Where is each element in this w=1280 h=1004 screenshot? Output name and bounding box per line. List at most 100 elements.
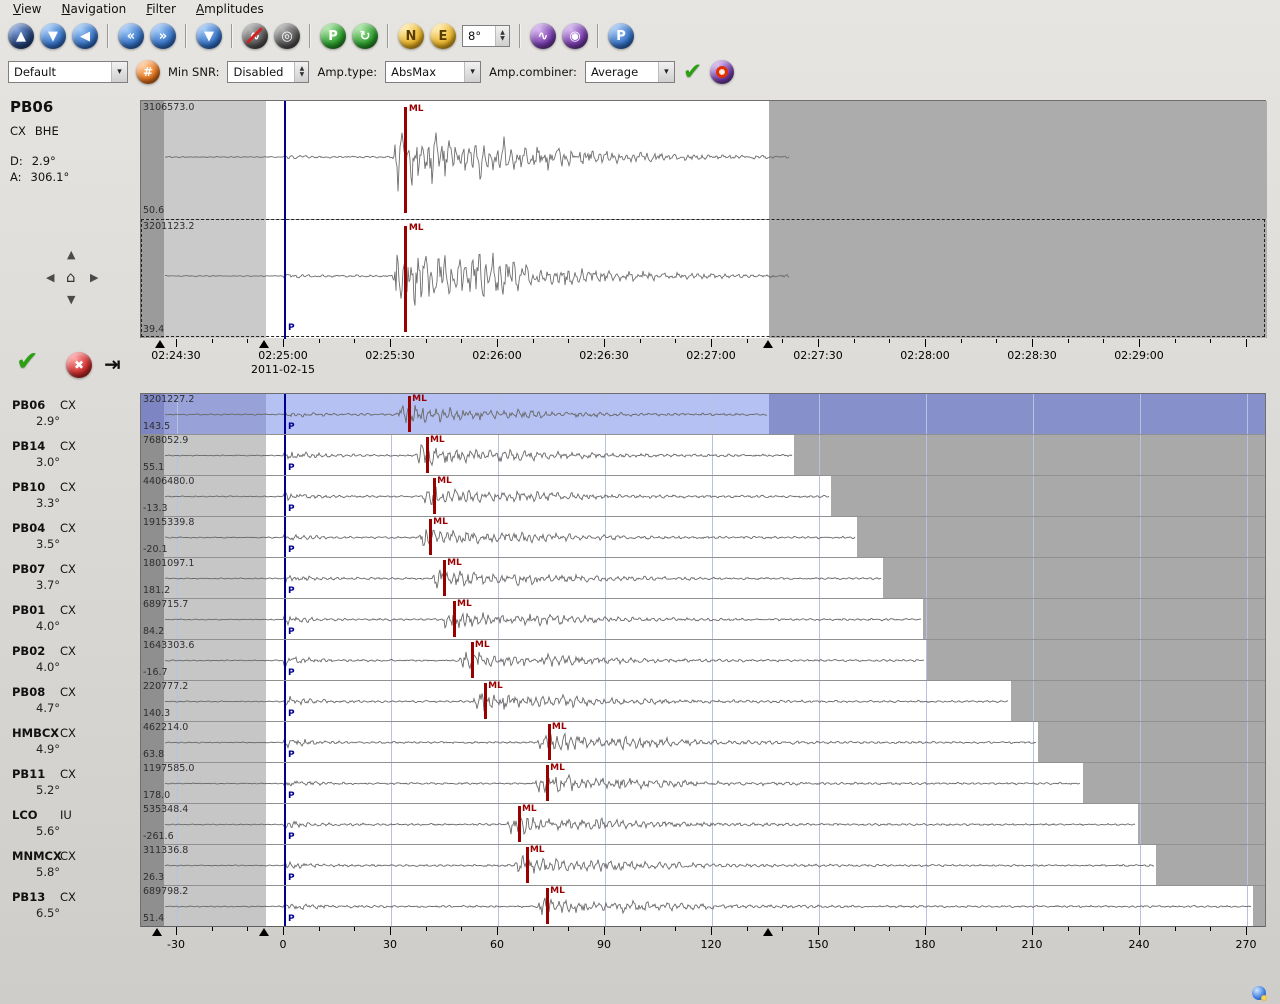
ml-marker[interactable] (429, 519, 432, 555)
ml-marker[interactable] (471, 642, 474, 678)
p-marker[interactable] (284, 101, 286, 339)
trace-row-label-pb13[interactable]: PB13CX6.5° (0, 885, 140, 926)
component-n-button[interactable]: N (398, 23, 424, 49)
compute-magnitudes-button[interactable]: P (608, 23, 634, 49)
trace-row-pb07[interactable]: PML1801097.1181.2 (141, 558, 1265, 599)
ml-marker[interactable] (426, 437, 429, 473)
ml-marker[interactable] (453, 601, 456, 637)
rotation-spinbox[interactable]: 8°▲▼ (462, 25, 510, 47)
trace-row-label-pb04[interactable]: PB04CX3.5° (0, 516, 140, 557)
repick-amplitude-button[interactable]: ↻ (352, 23, 378, 49)
trace-row-pb14[interactable]: PML768052.955.1 (141, 435, 1265, 476)
amp-type-select[interactable]: AbsMax ▾ (385, 61, 481, 83)
spinner-arrows-icon[interactable]: ▲▼ (495, 26, 509, 46)
trace-row-label-pb14[interactable]: PB14CX3.0° (0, 434, 140, 475)
menu-item-view[interactable]: View (4, 1, 50, 17)
trace-row-pb10[interactable]: PML4406480.0-13.3 (141, 476, 1265, 517)
trace-row-pb04[interactable]: PML1915339.8-20.1 (141, 517, 1265, 558)
p-marker[interactable] (284, 599, 286, 640)
menu-item-navigation[interactable]: Navigation (52, 1, 135, 17)
p-marker[interactable] (284, 681, 286, 722)
toggle-filter-button[interactable]: ∿ (242, 23, 268, 49)
accept-button[interactable]: ✔ (16, 346, 39, 377)
reject-button[interactable]: ✖ (66, 352, 92, 378)
zoom-trace-1[interactable]: ML3106573.050.6 (141, 101, 1267, 219)
nav-down-button[interactable]: ▼ (67, 293, 75, 306)
p-marker[interactable] (284, 394, 286, 435)
ml-marker[interactable] (404, 107, 407, 213)
p-marker[interactable] (284, 558, 286, 599)
nav-right-button[interactable]: ▶ (90, 271, 98, 284)
time-window-handle[interactable] (763, 340, 773, 348)
ml-marker[interactable] (526, 847, 529, 883)
ml-marker[interactable] (546, 888, 549, 924)
trace-row-label-pb11[interactable]: PB11CX5.2° (0, 762, 140, 803)
trace-row-label-mnmcx[interactable]: MNMCXCX5.8° (0, 844, 140, 885)
menu-item-filter[interactable]: Filter (137, 1, 185, 17)
scroll-down-button[interactable]: ▼ (40, 23, 66, 49)
ml-marker[interactable] (433, 478, 436, 514)
show-ids-button[interactable]: # (136, 60, 160, 84)
trace-row-pb08[interactable]: PML220777.2140.3 (141, 681, 1265, 722)
ml-marker[interactable] (404, 226, 407, 332)
component-e-button[interactable]: E (430, 23, 456, 49)
ml-marker[interactable] (484, 683, 487, 719)
p-marker[interactable] (284, 517, 286, 558)
ml-marker[interactable] (443, 560, 446, 596)
trace-row-label-pb06[interactable]: PB06CX2.9° (0, 393, 140, 434)
p-marker[interactable] (284, 476, 286, 517)
ml-marker[interactable] (548, 724, 551, 760)
trace-row-label-pb01[interactable]: PB01CX4.0° (0, 598, 140, 639)
overlay-streams-button[interactable]: ◎ (274, 23, 300, 49)
p-marker[interactable] (284, 722, 286, 763)
trace-row-pb11[interactable]: PML1197585.0178.0 (141, 763, 1265, 804)
scroll-left-button[interactable]: ◀ (72, 23, 98, 49)
time-window-handle[interactable] (259, 928, 269, 936)
time-window-handle[interactable] (152, 928, 162, 936)
skip-button[interactable]: ⇥ (104, 352, 121, 376)
nav-left-button[interactable]: ◀ (46, 271, 54, 284)
menu-item-amplitudes[interactable]: Amplitudes (187, 1, 273, 17)
p-marker[interactable] (284, 886, 286, 927)
apply-amplitudes-button[interactable]: ✔ (683, 59, 702, 85)
trace-row-lco[interactable]: PML535348.4-261.6 (141, 804, 1265, 845)
trace-row-label-pb08[interactable]: PB08CX4.7° (0, 680, 140, 721)
min-snr-spinbox[interactable]: Disabled ▲▼ (227, 61, 309, 83)
next-trace-button[interactable]: » (150, 23, 176, 49)
ml-marker[interactable] (408, 396, 411, 432)
spinner-arrows-icon[interactable]: ▲▼ (294, 62, 308, 82)
previous-trace-button[interactable]: « (118, 23, 144, 49)
waveform-processing-button[interactable]: ∿ (530, 23, 556, 49)
align-on-pick-button[interactable]: ▼ (196, 23, 222, 49)
filter-profile-select[interactable]: Default ▾ (8, 61, 128, 83)
time-window-handle[interactable] (763, 928, 773, 936)
trace-row-mnmcx[interactable]: PML311336.826.3 (141, 845, 1265, 886)
p-marker[interactable] (284, 640, 286, 681)
p-marker[interactable] (284, 763, 286, 804)
trace-row-pb06[interactable]: PML3201227.2143.5 (141, 394, 1265, 435)
time-window-handle[interactable] (259, 340, 269, 348)
p-marker[interactable] (284, 435, 286, 476)
nav-up-button[interactable]: ▲ (67, 248, 75, 261)
trace-row-label-pb02[interactable]: PB02CX4.0° (0, 639, 140, 680)
trace-row-label-pb07[interactable]: PB07CX3.7° (0, 557, 140, 598)
nav-home-button[interactable]: ⌂ (66, 268, 76, 286)
trace-row-label-hmbcx[interactable]: HMBCXCX4.9° (0, 721, 140, 762)
ml-marker[interactable] (518, 806, 521, 842)
scroll-up-button[interactable]: ▲ (8, 23, 34, 49)
zoom-trace-2[interactable]: ML3201123.239.4 (141, 220, 1267, 338)
goto-p-pick-button[interactable]: P (320, 23, 346, 49)
trace-row-pb02[interactable]: PML1643303.6-16.7 (141, 640, 1265, 681)
p-marker[interactable] (284, 804, 286, 845)
trace-row-pb01[interactable]: PML689715.784.2 (141, 599, 1265, 640)
p-marker[interactable] (284, 845, 286, 886)
trace-row-hmbcx[interactable]: PML462214.063.8 (141, 722, 1265, 763)
picker-settings-button[interactable]: ◉ (562, 23, 588, 49)
trace-row-pb13[interactable]: PML689798.251.4 (141, 886, 1265, 927)
time-window-handle[interactable] (155, 340, 165, 348)
trace-row-label-lco[interactable]: LCOIU5.6° (0, 803, 140, 844)
pick-amplitudes-button[interactable] (710, 60, 734, 84)
trace-row-label-pb10[interactable]: PB10CX3.3° (0, 475, 140, 516)
amp-combiner-select[interactable]: Average ▾ (585, 61, 675, 83)
ml-marker[interactable] (546, 765, 549, 801)
